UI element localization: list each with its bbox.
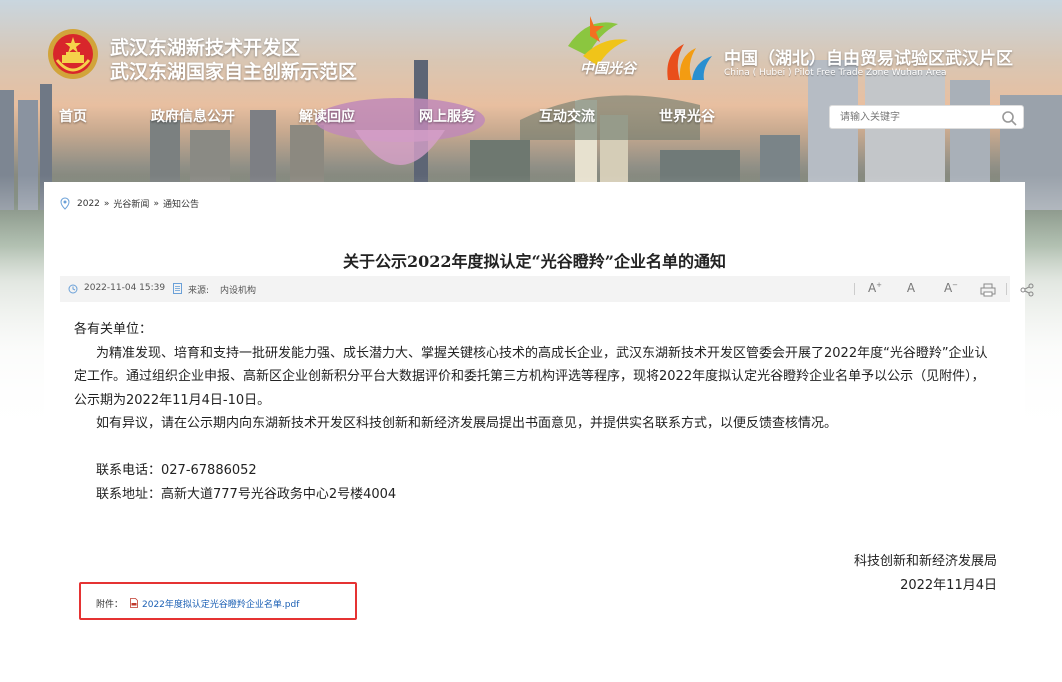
source-value: 内设机构 bbox=[220, 286, 257, 296]
font-decrease-button[interactable]: A− bbox=[942, 281, 960, 297]
nav-item-home[interactable]: 首页 bbox=[59, 106, 87, 126]
site-title: 武汉东湖新技术开发区 武汉东湖国家自主创新示范区 bbox=[110, 36, 357, 84]
attachment-link[interactable]: 2022年度拟认定光谷瞪羚企业名单.pdf bbox=[142, 597, 299, 610]
free-trade-zone-logo-icon bbox=[667, 44, 712, 80]
signature-org: 科技创新和新经济发展局 bbox=[853, 554, 997, 569]
paragraph-1: 为精准发现、培育和支持一批研发能力强、成长潜力大、掌握关键核心技术的高成长企业，… bbox=[74, 345, 988, 408]
nav-item-gov-info[interactable]: 政府信息公开 bbox=[151, 106, 235, 126]
share-icon[interactable] bbox=[1020, 282, 1034, 298]
nav-item-online-service[interactable]: 网上服务 bbox=[419, 106, 475, 126]
publish-date: 2022-11-04 15:39 bbox=[84, 283, 166, 293]
main-nav: 首页 政府信息公开 解读回应 网上服务 互动交流 世界光谷 bbox=[0, 106, 760, 130]
source-label: 来源: bbox=[188, 286, 210, 296]
article-meta-bar: 2022-11-04 15:39 来源: 内设机构 A+ A A− bbox=[60, 276, 1034, 302]
print-icon[interactable] bbox=[980, 282, 996, 298]
paragraph-2: 如有异议，请在公示期内向东湖新技术开发区科技创新和新经济发展局提出书面意见，并提… bbox=[96, 416, 838, 431]
breadcrumb: 2022 » 光谷新闻 » 通知公告 bbox=[60, 197, 199, 210]
clock-icon bbox=[68, 284, 78, 294]
attachment-label: 附件： bbox=[96, 600, 124, 610]
breadcrumb-separator: » bbox=[153, 198, 159, 209]
search-box bbox=[829, 105, 1024, 129]
salutation: 各有关单位： bbox=[74, 322, 153, 337]
font-normal-button[interactable]: A bbox=[904, 281, 918, 297]
breadcrumb-item-year[interactable]: 2022 bbox=[77, 199, 100, 209]
contact-address: 联系地址：高新大道777号光谷政务中心2号楼4004 bbox=[96, 486, 397, 502]
font-increase-button[interactable]: A+ bbox=[866, 281, 884, 297]
ftz-title: 中国（湖北）自由贸易试验区武汉片区 bbox=[724, 49, 1013, 69]
search-icon[interactable] bbox=[1001, 110, 1017, 126]
pdf-file-icon bbox=[130, 598, 138, 608]
contact-phone: 联系电话：027-67886052 bbox=[96, 463, 257, 478]
nav-item-interpretation[interactable]: 解读回应 bbox=[299, 106, 355, 126]
article-card: 2022 » 光谷新闻 » 通知公告 关于公示2022年度拟认定“光谷瞪羚”企业… bbox=[44, 182, 1034, 682]
site-title-line2: 武汉东湖国家自主创新示范区 bbox=[110, 61, 358, 83]
article-title: 关于公示2022年度拟认定“光谷瞪羚”企业名单的通知 bbox=[343, 252, 726, 271]
signature: 科技创新和新经济发展局 2022年11月4日 bbox=[854, 550, 997, 598]
national-emblem-icon bbox=[48, 29, 98, 79]
toolbar-divider bbox=[854, 283, 855, 295]
location-pin-icon bbox=[60, 197, 70, 210]
breadcrumb-item-news[interactable]: 光谷新闻 bbox=[113, 197, 149, 210]
ftz-subtitle: China ( Hubei ) Pilot Free Trade Zone Wu… bbox=[724, 68, 947, 78]
breadcrumb-separator: » bbox=[103, 198, 110, 209]
breadcrumb-item-notices[interactable]: 通知公告 bbox=[163, 197, 199, 210]
nav-item-interaction[interactable]: 互动交流 bbox=[539, 106, 595, 126]
signature-date: 2022年11月4日 bbox=[900, 578, 997, 593]
attachment-box: 附件： 2022年度拟认定光谷瞪羚企业名单.pdf bbox=[79, 582, 357, 620]
article-body: 各有关单位： 为精准发现、培育和支持一批研发能力强、成长潜力大、掌握关键核心技术… bbox=[74, 318, 992, 506]
document-icon bbox=[173, 283, 182, 294]
toolbar-divider bbox=[1006, 283, 1007, 295]
nav-item-world-optics-valley[interactable]: 世界光谷 bbox=[659, 106, 715, 126]
site-title-line1: 武汉东湖新技术开发区 bbox=[110, 37, 301, 59]
optics-valley-logo-text: 中国光谷 bbox=[580, 61, 636, 77]
search-input[interactable] bbox=[840, 109, 990, 126]
